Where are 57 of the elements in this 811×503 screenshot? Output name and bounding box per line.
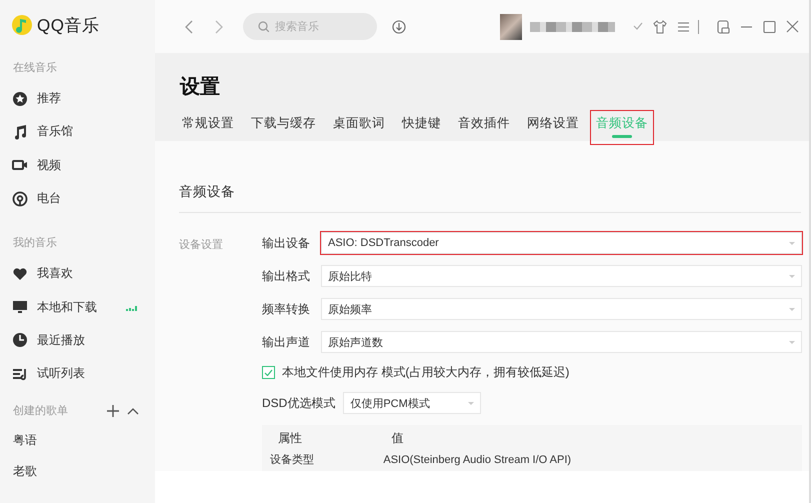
shirt-icon[interactable]: [653, 20, 667, 34]
sidebar-item[interactable]: 试听列表: [12, 357, 137, 390]
sidebar-item[interactable]: 电台: [12, 182, 137, 216]
radio-icon: [12, 190, 28, 207]
sidebar-section-title: 我的音乐: [13, 236, 58, 250]
collapse-chevron-icon[interactable]: [127, 406, 139, 415]
sidebar-item[interactable]: 推荐: [12, 82, 137, 116]
column-header: 属性: [262, 425, 376, 450]
field-label: 频率转换: [262, 300, 311, 318]
dropdown[interactable]: 原始声道数: [321, 331, 802, 353]
sidebar-item[interactable]: 最近播放: [12, 324, 137, 358]
avatar-placeholder[interactable]: [500, 14, 522, 40]
checkbox[interactable]: [262, 366, 275, 379]
app-name: QQ音乐: [37, 14, 100, 36]
music-note-icon: [12, 124, 28, 140]
clock-icon: [12, 332, 28, 348]
group-label: 设备设置: [179, 238, 224, 253]
table-cell: ASIO(Steinberg Audio Stream I/O API): [375, 450, 802, 471]
dropdown[interactable]: 原始比特: [321, 265, 802, 287]
caret-icon: [789, 274, 795, 278]
sidebar-section-title: 在线音乐: [13, 60, 58, 75]
dropdown[interactable]: ASIO: DSDTranscoder: [321, 232, 802, 254]
sidebar-section-title: 创建的歌单: [13, 404, 68, 418]
search-icon: [258, 21, 269, 32]
page-title: 设置: [180, 75, 220, 100]
dropdown[interactable]: 原始频率: [321, 298, 802, 320]
checkmark-icon: [264, 369, 273, 376]
playlist-item[interactable]: 老歌: [13, 456, 155, 488]
caret-icon: [789, 340, 795, 344]
column-header: 值: [375, 425, 802, 450]
table-cell: 设备类型: [262, 450, 376, 471]
heart-icon: [12, 266, 28, 282]
caret-icon: [789, 242, 795, 244]
playlist-item[interactable]: 粤语: [13, 425, 155, 456]
dropdown[interactable]: 仅使用PCM模式: [343, 392, 482, 414]
back-chevron-icon[interactable]: [185, 20, 193, 34]
plus-icon[interactable]: [107, 404, 119, 417]
close-icon[interactable]: [786, 20, 799, 34]
section-title: 音频设备: [179, 141, 801, 213]
mini-mode-icon[interactable]: [717, 20, 730, 34]
sidebar-item[interactable]: 我喜欢: [12, 257, 137, 290]
maximize-icon[interactable]: [763, 20, 776, 34]
sidebar-item[interactable]: 本地和下载: [12, 290, 137, 324]
monitor-icon: [12, 299, 28, 316]
sidebar-item[interactable]: 视频: [12, 148, 137, 182]
sidebar-item[interactable]: 音乐馆: [12, 115, 137, 149]
field-label: DSD优选模式: [262, 394, 336, 412]
field-label: 输出格式: [262, 268, 311, 284]
caret-icon: [468, 402, 474, 404]
search-field[interactable]: 搜索音乐: [243, 13, 377, 40]
menu-icon[interactable]: [677, 20, 690, 34]
field-label: 输出声道: [262, 334, 311, 350]
checkbox-label: 本地文件使用内存 模式(占用较大内存，拥有较低延迟): [282, 364, 570, 381]
app-logo-icon: [12, 15, 32, 35]
caret-icon: [789, 308, 795, 310]
field-label: 输出设备: [262, 234, 311, 252]
download-icon[interactable]: [392, 20, 406, 34]
